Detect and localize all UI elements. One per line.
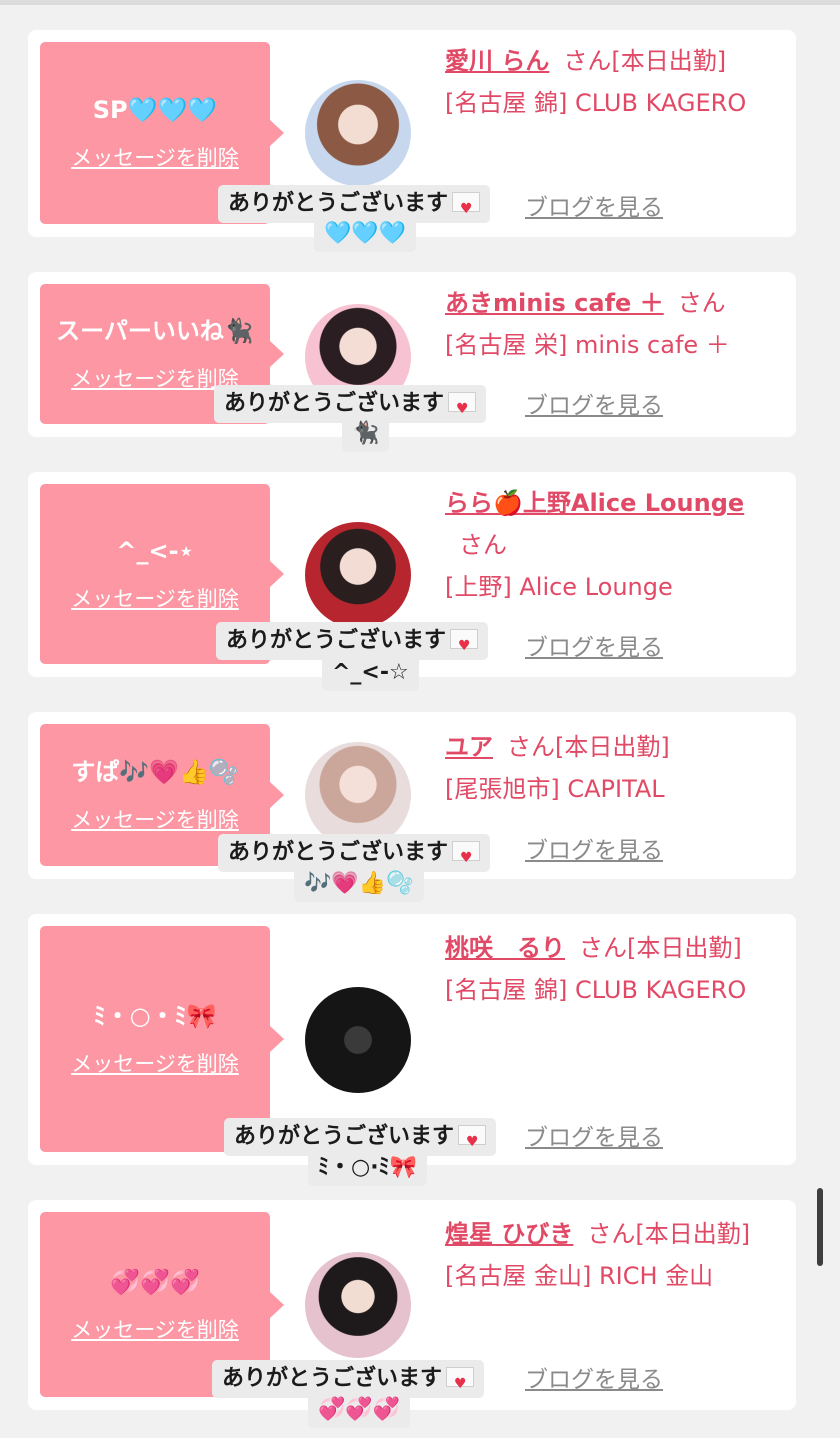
delete-message-link[interactable]: メッセージを削除 <box>71 804 239 834</box>
view-blog-link[interactable]: ブログを見る <box>525 386 663 420</box>
profile-info: 桃咲 るり さん[本日出勤] [名古屋 錦] CLUB KAGERO <box>445 927 779 1011</box>
reply-stamp: 🎶💗👍🫧 <box>294 866 424 902</box>
girl-name-link[interactable]: 煌星 ひびき <box>445 1220 573 1248</box>
love-letter-icon <box>446 1365 475 1403</box>
shop-label: [尾張旭市] CAPITAL <box>445 775 665 803</box>
shop-label: [名古屋 栄] minis cafe ＋ <box>445 331 730 359</box>
girl-name-link[interactable]: 桃咲 るり <box>445 934 565 962</box>
delete-message-link[interactable]: メッセージを削除 <box>71 583 239 613</box>
view-blog-link[interactable]: ブログを見る <box>525 831 663 865</box>
delete-message-link[interactable]: メッセージを削除 <box>71 142 239 172</box>
avatar[interactable] <box>305 80 411 186</box>
girl-name-link[interactable]: 愛川 らん <box>445 47 549 75</box>
profile-info: らら🍎上野Alice Lounge さん [上野] Alice Lounge <box>445 482 779 608</box>
delete-message-link[interactable]: メッセージを削除 <box>71 1048 239 1078</box>
honorific-status: さん <box>677 289 726 317</box>
reply-stamp: 💞💞💞 <box>308 1392 411 1428</box>
stamp-text: SP🩵🩵🩵 <box>92 96 218 124</box>
view-blog-link[interactable]: ブログを見る <box>525 1360 663 1394</box>
stamp-text: 💞💞💞 <box>110 1267 200 1296</box>
honorific-status: さん <box>459 531 507 559</box>
stamp-text: スーパーいいね🐈‍⬛ <box>56 317 254 345</box>
honorific-status: さん[本日出勤] <box>507 733 670 761</box>
love-letter-icon <box>452 839 481 877</box>
top-edge <box>0 0 840 5</box>
love-letter-icon <box>448 390 477 428</box>
honorific-status: さん[本日出勤] <box>587 1220 751 1248</box>
girl-name-link[interactable]: らら🍎上野Alice Lounge <box>445 489 744 517</box>
profile-info: 愛川 らん さん[本日出勤] [名古屋 錦] CLUB KAGERO <box>445 40 779 124</box>
avatar[interactable] <box>305 522 411 628</box>
view-blog-link[interactable]: ブログを見る <box>525 628 663 662</box>
profile-info: あきminis cafe ＋ さん [名古屋 栄] minis cafe ＋ <box>445 282 779 366</box>
stamp-text: ^_<-⋆ <box>116 537 194 565</box>
honorific-status: さん[本日出勤] <box>579 934 742 962</box>
view-blog-link[interactable]: ブログを見る <box>525 188 663 222</box>
profile-info: ユア さん[本日出勤] [尾張旭市] CAPITAL <box>445 726 779 810</box>
love-letter-icon <box>450 627 479 665</box>
stamp-text: すぱ🎶💗👍🫧 <box>71 758 239 786</box>
shop-label: [名古屋 金山] RICH 金山 <box>445 1262 714 1290</box>
profile-info: 煌星 ひびき さん[本日出勤] [名古屋 金山] RICH 金山 <box>445 1213 779 1297</box>
shop-label: [名古屋 錦] CLUB KAGERO <box>445 976 747 1004</box>
scrollbar[interactable] <box>817 1188 823 1266</box>
delete-message-link[interactable]: メッセージを削除 <box>71 1314 239 1344</box>
honorific-status: さん[本日出勤] <box>563 47 727 75</box>
stamp-text: ﾐ・○・ﾐ🎀 <box>93 1002 217 1030</box>
view-blog-link[interactable]: ブログを見る <box>525 1118 663 1152</box>
avatar[interactable] <box>305 987 411 1093</box>
reply-stamp: 🩵🩵🩵 <box>314 216 417 252</box>
reply-stamp: ^_<-☆ <box>322 655 419 691</box>
avatar[interactable] <box>305 742 411 848</box>
shop-label: [名古屋 錦] CLUB KAGERO <box>445 89 747 117</box>
love-letter-icon <box>452 190 481 228</box>
girl-name-link[interactable]: ユア <box>445 733 493 761</box>
girl-name-link[interactable]: あきminis cafe ＋ <box>445 289 664 317</box>
love-letter-icon <box>458 1123 487 1161</box>
reply-stamp: ﾐ・○·ﾐ🎀 <box>308 1150 427 1186</box>
reply-stamp: 🐈‍⬛ <box>342 416 390 452</box>
avatar[interactable] <box>305 1252 411 1358</box>
shop-label: [上野] Alice Lounge <box>445 573 673 601</box>
